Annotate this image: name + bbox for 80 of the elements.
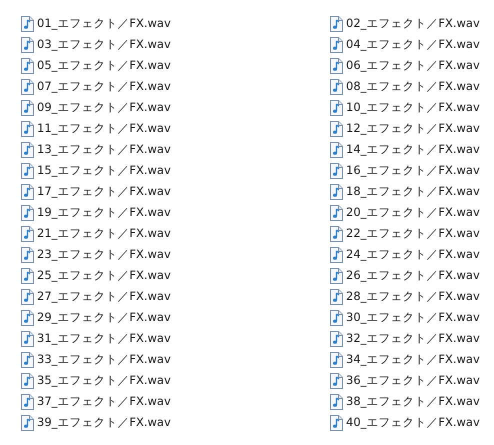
file-name[interactable]: 26_エフェクト／FX.wav — [346, 270, 480, 282]
file-name[interactable]: 01_エフェクト／FX.wav — [37, 18, 171, 30]
audio-file-icon — [330, 16, 343, 32]
audio-file-icon — [21, 352, 34, 368]
file-name[interactable]: 29_エフェクト／FX.wav — [37, 312, 171, 324]
audio-file-icon — [21, 36, 34, 52]
audio-file-icon — [21, 310, 34, 326]
audio-file-icon — [21, 204, 34, 220]
audio-file-icon — [21, 288, 34, 304]
file-name[interactable]: 18_エフェクト／FX.wav — [346, 186, 480, 198]
file-name[interactable]: 31_エフェクト／FX.wav — [37, 332, 171, 344]
file-name[interactable]: 04_エフェクト／FX.wav — [346, 38, 480, 50]
audio-file-icon — [330, 58, 343, 74]
audio-file-icon — [21, 414, 34, 430]
file-name[interactable]: 36_エフェクト／FX.wav — [346, 374, 480, 386]
file-name[interactable]: 30_エフェクト／FX.wav — [346, 312, 480, 324]
audio-file-icon — [21, 184, 34, 200]
audio-file-icon — [21, 58, 34, 74]
file-name[interactable]: 07_エフェクト／FX.wav — [37, 80, 171, 92]
file-name[interactable]: 39_エフェクト／FX.wav — [37, 416, 171, 428]
audio-file-icon — [21, 268, 34, 284]
file-name[interactable]: 10_エフェクト／FX.wav — [346, 102, 480, 114]
audio-file-icon — [21, 120, 34, 136]
file-name[interactable]: 40_エフェクト／FX.wav — [346, 416, 480, 428]
file-name[interactable]: 12_エフェクト／FX.wav — [346, 122, 480, 134]
file-name[interactable]: 21_エフェクト／FX.wav — [37, 228, 171, 240]
audio-file-icon — [330, 246, 343, 262]
audio-file-icon — [330, 414, 343, 430]
audio-file-icon — [330, 100, 343, 116]
file-name[interactable]: 17_エフェクト／FX.wav — [37, 186, 171, 198]
file-name[interactable]: 23_エフェクト／FX.wav — [37, 248, 171, 260]
audio-file-icon — [21, 226, 34, 242]
file-name[interactable]: 15_エフェクト／FX.wav — [37, 164, 171, 176]
file-name[interactable]: 13_エフェクト／FX.wav — [37, 144, 171, 156]
audio-file-icon — [330, 162, 343, 178]
file-name[interactable]: 11_エフェクト／FX.wav — [37, 122, 171, 134]
audio-file-icon — [330, 394, 343, 410]
file-name[interactable]: 25_エフェクト／FX.wav — [37, 270, 171, 282]
file-name[interactable]: 37_エフェクト／FX.wav — [37, 396, 171, 408]
audio-file-icon — [330, 226, 343, 242]
audio-file-icon — [21, 142, 34, 158]
audio-file-icon — [330, 142, 343, 158]
file-name[interactable]: 20_エフェクト／FX.wav — [346, 206, 480, 218]
file-name[interactable]: 03_エフェクト／FX.wav — [37, 38, 171, 50]
audio-file-icon — [330, 36, 343, 52]
audio-file-icon — [330, 352, 343, 368]
file-name[interactable]: 06_エフェクト／FX.wav — [346, 60, 480, 72]
audio-file-icon — [21, 100, 34, 116]
file-name[interactable]: 34_エフェクト／FX.wav — [346, 354, 480, 366]
file-name[interactable]: 05_エフェクト／FX.wav — [37, 60, 171, 72]
file-name[interactable]: 19_エフェクト／FX.wav — [37, 206, 171, 218]
audio-file-icon — [21, 246, 34, 262]
file-name[interactable]: 14_エフェクト／FX.wav — [346, 144, 480, 156]
audio-file-icon — [21, 330, 34, 346]
file-name[interactable]: 08_エフェクト／FX.wav — [346, 80, 480, 92]
audio-file-icon — [330, 78, 343, 94]
audio-file-icon — [330, 288, 343, 304]
audio-file-icon — [21, 78, 34, 94]
file-name[interactable]: 32_エフェクト／FX.wav — [346, 332, 480, 344]
audio-file-icon — [330, 120, 343, 136]
file-name[interactable]: 22_エフェクト／FX.wav — [346, 228, 480, 240]
file-name[interactable]: 27_エフェクト／FX.wav — [37, 290, 171, 302]
audio-file-icon — [21, 372, 34, 388]
audio-file-icon — [21, 162, 34, 178]
file-name[interactable]: 09_エフェクト／FX.wav — [37, 102, 171, 114]
file-name[interactable]: 35_エフェクト／FX.wav — [37, 374, 171, 386]
audio-file-icon — [330, 184, 343, 200]
file-name[interactable]: 28_エフェクト／FX.wav — [346, 290, 480, 302]
file-name[interactable]: 38_エフェクト／FX.wav — [346, 396, 480, 408]
file-name[interactable]: 16_エフェクト／FX.wav — [346, 164, 480, 176]
audio-file-icon — [21, 394, 34, 410]
audio-file-icon — [330, 330, 343, 346]
file-name[interactable]: 24_エフェクト／FX.wav — [346, 248, 480, 260]
audio-file-icon — [21, 16, 34, 32]
audio-file-icon — [330, 310, 343, 326]
file-name[interactable]: 02_エフェクト／FX.wav — [346, 18, 480, 30]
audio-file-icon — [330, 268, 343, 284]
audio-file-icon — [330, 372, 343, 388]
file-name[interactable]: 33_エフェクト／FX.wav — [37, 354, 171, 366]
audio-file-icon — [330, 204, 343, 220]
